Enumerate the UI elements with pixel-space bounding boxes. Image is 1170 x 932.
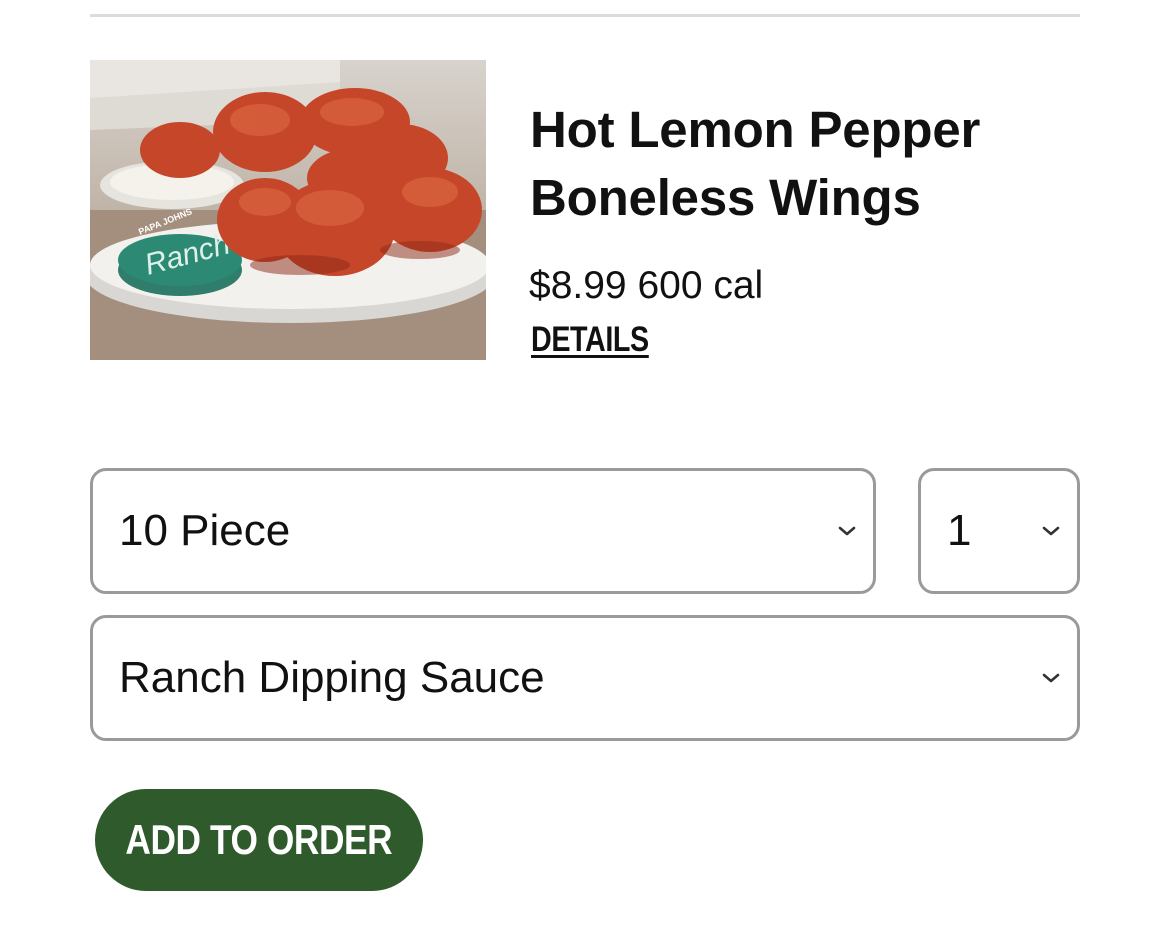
- sauce-select[interactable]: Ranch Dipping Sauce: [90, 615, 1080, 741]
- product-title: Hot Lemon Pepper Boneless Wings: [530, 101, 981, 226]
- chevron-down-icon: [1042, 673, 1060, 683]
- add-to-order-label: ADD TO ORDER: [125, 816, 393, 863]
- product-price: $8.99: [529, 264, 627, 307]
- top-divider: [90, 14, 1080, 17]
- chevron-down-icon: [1042, 526, 1060, 536]
- chevron-down-icon: [838, 526, 856, 536]
- size-select-value: 10 Piece: [119, 506, 291, 555]
- product-image: PAPA JOHNS Ranch: [90, 60, 486, 360]
- size-select[interactable]: 10 Piece: [90, 468, 876, 594]
- sauce-select-value: Ranch Dipping Sauce: [119, 653, 545, 702]
- quantity-select[interactable]: 1: [918, 468, 1080, 594]
- add-to-order-button[interactable]: ADD TO ORDER: [95, 789, 423, 891]
- product-calories: 600 cal: [637, 264, 764, 307]
- quantity-select-value: 1: [947, 506, 972, 555]
- details-link[interactable]: DETAILS: [531, 318, 649, 362]
- price-and-calories: $8.99 600 cal: [529, 262, 763, 310]
